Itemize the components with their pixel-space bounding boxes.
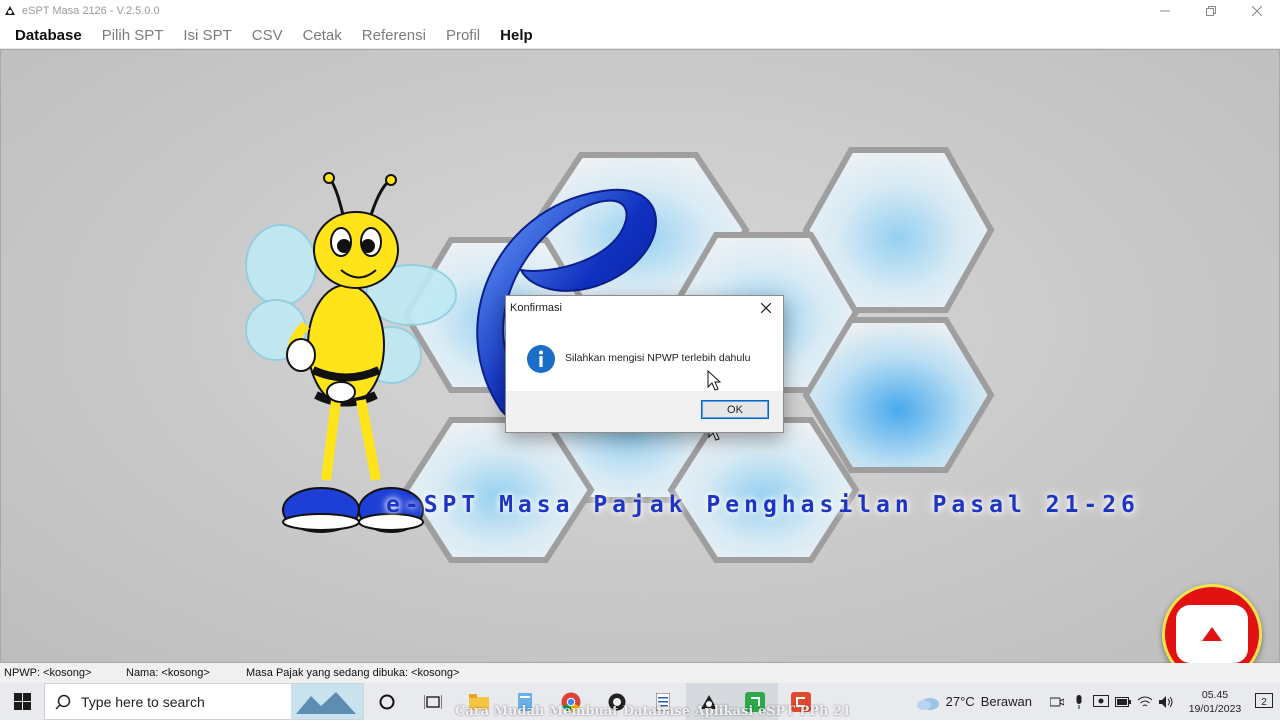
app-caption: e-SPT Masa Pajak Penghasilan Pasal 21-26 (386, 492, 1140, 518)
screen-capture-button[interactable] (1090, 683, 1112, 720)
search-highlight-icon (291, 684, 363, 719)
record-button-inner (1176, 605, 1248, 663)
restore-icon (1206, 6, 1216, 16)
weather-temp: 27°C (945, 694, 975, 709)
chrome-icon (561, 692, 581, 712)
minimize-icon (1160, 10, 1170, 12)
cortana-button[interactable] (364, 683, 410, 720)
taskbar-obs[interactable] (594, 683, 640, 720)
dialog-title: Konfirmasi (510, 302, 562, 314)
cortana-icon (379, 694, 395, 709)
microphone-button[interactable] (1068, 683, 1090, 720)
windows-icon (13, 693, 31, 710)
meet-now-button[interactable] (1046, 683, 1068, 720)
recorder-icon (791, 691, 811, 712)
document-icon (656, 692, 670, 711)
taskbar-document[interactable] (640, 683, 686, 720)
taskbar-search-box[interactable]: Type here to search (44, 683, 364, 720)
taskbar-espt[interactable] (686, 683, 732, 720)
battery-button[interactable] (1112, 683, 1134, 720)
obs-icon (608, 693, 626, 710)
notification-center-button[interactable]: 2 (1248, 692, 1280, 711)
system-clock[interactable]: 05.45 19/01/2023 (1182, 688, 1248, 716)
wifi-button[interactable] (1134, 683, 1156, 720)
start-button[interactable] (0, 683, 44, 720)
menu-isi-spt[interactable]: Isi SPT (173, 27, 241, 44)
task-view-icon (424, 694, 442, 709)
taskbar-camtasia[interactable] (732, 683, 778, 720)
info-icon (527, 345, 555, 373)
menu-database[interactable]: Database (5, 27, 92, 44)
confirmation-dialog: Konfirmasi Silahkan mengisi NPWP terlebi… (505, 295, 784, 433)
system-tray: 27°C Berawan 05.45 19/01/2023 2 (916, 683, 1280, 720)
wifi-icon (1137, 696, 1153, 706)
search-icon (55, 694, 71, 710)
close-window-button[interactable] (1234, 0, 1280, 22)
notification-icon: 2 (1255, 692, 1273, 708)
taskbar-app-notepad[interactable] (502, 683, 548, 720)
close-icon (1252, 6, 1262, 16)
minimize-button[interactable] (1142, 0, 1188, 22)
dialog-message: Silahkan mengisi NPWP terlebih dahulu (565, 352, 751, 364)
volume-button[interactable] (1156, 683, 1178, 720)
taskbar-file-explorer[interactable] (456, 683, 502, 720)
notification-count: 2 (1261, 697, 1267, 708)
window-controls (1142, 0, 1280, 22)
camtasia-icon (745, 691, 765, 712)
menu-bar: Database Pilih SPT Isi SPT CSV Cetak Ref… (0, 22, 1280, 49)
speaker-icon (1159, 695, 1173, 708)
notepad-icon (518, 692, 532, 711)
weather-widget[interactable]: 27°C Berawan (916, 694, 1032, 710)
app-icon (5, 6, 15, 15)
taskbar: Type here to search 27°C Berawan 05.45 1… (0, 683, 1280, 720)
clock-time: 05.45 (1201, 688, 1229, 701)
screen-record-icon (1093, 694, 1109, 707)
status-masa-pajak: Masa Pajak yang sedang dibuka: <kosong> (246, 667, 460, 679)
folder-icon (469, 693, 489, 710)
window-titlebar: eSPT Masa 2126 - V.2.5.0.0 (0, 0, 1280, 22)
battery-icon (1115, 696, 1131, 707)
taskbar-recorder[interactable] (778, 683, 824, 720)
menu-help[interactable]: Help (490, 27, 543, 44)
dialog-footer: OK (506, 391, 783, 432)
weather-desc: Berawan (980, 694, 1032, 709)
taskbar-chrome[interactable] (548, 683, 594, 720)
restore-button[interactable] (1188, 0, 1234, 22)
espt-app-icon (701, 694, 717, 709)
task-view-button[interactable] (410, 683, 456, 720)
cloud-icon (916, 697, 939, 710)
ok-button[interactable]: OK (701, 400, 769, 419)
camera-icon (1050, 697, 1064, 706)
status-nama: Nama: <kosong> (126, 667, 210, 679)
microphone-icon (1076, 694, 1082, 709)
menu-cetak[interactable]: Cetak (293, 27, 352, 44)
search-placeholder: Type here to search (81, 693, 205, 710)
status-bar: NPWP: <kosong> Nama: <kosong> Masa Pajak… (0, 663, 1280, 683)
arrow-up-icon (1202, 627, 1222, 641)
menu-pilih-spt[interactable]: Pilih SPT (92, 27, 174, 44)
mouse-pointer-icon (707, 370, 722, 391)
menu-referensi[interactable]: Referensi (352, 27, 436, 44)
menu-profil[interactable]: Profil (436, 27, 490, 44)
close-icon (761, 303, 771, 313)
menu-csv[interactable]: CSV (242, 27, 293, 44)
status-npwp: NPWP: <kosong> (4, 667, 92, 679)
window-title: eSPT Masa 2126 - V.2.5.0.0 (22, 5, 160, 17)
dialog-close-button[interactable] (755, 298, 777, 318)
clock-date: 19/01/2023 (1188, 702, 1242, 715)
